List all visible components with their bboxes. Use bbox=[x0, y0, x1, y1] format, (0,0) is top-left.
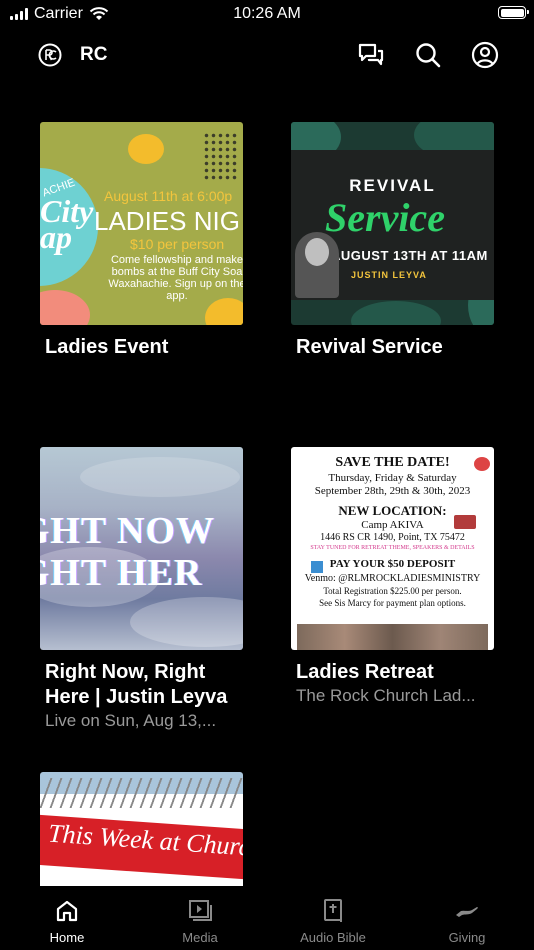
search-icon[interactable] bbox=[413, 40, 443, 70]
card-title: Ladies Retreat bbox=[296, 661, 434, 683]
image-text-date: August 11th at 6:00p bbox=[104, 188, 233, 204]
home-icon bbox=[56, 900, 78, 922]
card-title: Revival Service bbox=[296, 336, 443, 358]
group-photo bbox=[297, 624, 488, 650]
image-text-line1: IGHT NOW bbox=[40, 510, 216, 552]
tab-media[interactable]: Media bbox=[145, 898, 255, 945]
flyer-camp: Camp AKIVA bbox=[361, 519, 424, 531]
tab-giving[interactable]: Giving bbox=[412, 898, 522, 945]
decor-dots bbox=[203, 132, 239, 182]
bible-icon bbox=[324, 899, 342, 922]
image-text-line2: IGHT HER bbox=[40, 552, 203, 594]
flyer-venmo: Venmo: @RLMROCKLADIESMINISTRY bbox=[304, 573, 481, 584]
decor-leaf bbox=[351, 301, 441, 325]
bottom-tab-bar: Home Media Audio Bible Giving bbox=[0, 886, 534, 950]
card-thumbnail[interactable]: This Week at Church bbox=[40, 772, 243, 886]
clock: 10:26 AM bbox=[233, 5, 301, 22]
flyer-dates: September 28th, 29th & 30th, 2023 bbox=[314, 485, 471, 497]
card-thumbnail[interactable]: REVIVAL Service AUGUST 13TH AT 11AM JUST… bbox=[291, 122, 494, 325]
content-card-ladies-event[interactable]: ACHIE City ap August 11th at 6:00p LADIE… bbox=[40, 122, 243, 360]
tab-label: Giving bbox=[448, 930, 486, 945]
battery-icon bbox=[498, 6, 529, 19]
content-card-this-week[interactable]: This Week at Church bbox=[40, 772, 243, 886]
image-text-service: Service bbox=[325, 195, 445, 240]
circle-main-text: City ap bbox=[40, 193, 94, 255]
flyer-total: Total Registration $225.00 per person. bbox=[323, 586, 462, 596]
tab-label: Home bbox=[49, 930, 85, 945]
flyer-payment: See Sis Marcy for payment plan options. bbox=[319, 598, 466, 608]
chat-icon[interactable] bbox=[356, 40, 386, 70]
card-subtitle: The Rock Church Lad... bbox=[296, 686, 476, 705]
image-text-body: Come fellowship and make bombs at the Bu… bbox=[108, 254, 243, 302]
card-subtitle: Live on Sun, Aug 13,... bbox=[45, 711, 217, 730]
card-title: Right Now, Right Here | Justin Leyva bbox=[45, 661, 228, 708]
image-text-price: $10 per person bbox=[130, 236, 225, 252]
image-text-speaker: JUSTIN LEYVA bbox=[351, 270, 427, 280]
speaker-photo bbox=[295, 232, 339, 298]
rc-logo-icon[interactable] bbox=[38, 43, 62, 67]
decor-cloud bbox=[130, 597, 243, 647]
media-icon bbox=[189, 900, 212, 921]
flyer-deposit: PAY YOUR $50 DEPOSIT bbox=[329, 558, 456, 570]
tab-label: Audio Bible bbox=[300, 930, 366, 945]
giving-icon bbox=[456, 907, 478, 917]
flyer-heading: SAVE THE DATE! bbox=[335, 455, 450, 470]
flyer-notice: STAY TUNED FOR RETREAT THEME, SPEAKERS &… bbox=[310, 545, 475, 551]
card-thumbnail[interactable]: ACHIE City ap August 11th at 6:00p LADIE… bbox=[40, 122, 243, 325]
decor-shape bbox=[205, 298, 243, 325]
card-title: Ladies Event bbox=[45, 336, 169, 358]
decor-shape bbox=[40, 290, 90, 325]
status-bar: Carrier 10:26 AM bbox=[0, 0, 534, 30]
app-header: RC bbox=[0, 34, 534, 78]
content-card-right-now[interactable]: IGHT NOW IGHT HER Right Now, Right Here … bbox=[40, 447, 243, 732]
tab-audio-bible[interactable]: Audio Bible bbox=[278, 898, 388, 945]
card-thumbnail[interactable]: IGHT NOW IGHT HER bbox=[40, 447, 243, 650]
tab-label: Media bbox=[182, 930, 218, 945]
decor-cloud bbox=[80, 457, 240, 497]
image-text-heading: LADIES NIG bbox=[94, 206, 240, 236]
profile-icon[interactable] bbox=[470, 40, 500, 70]
flyer-address: 1446 RS CR 1490, Point, TX 75472 bbox=[320, 532, 465, 543]
image-text-revival: REVIVAL bbox=[349, 176, 436, 195]
decor-shape bbox=[128, 134, 164, 164]
flyer-days: Thursday, Friday & Saturday bbox=[328, 472, 457, 484]
notebook-rings bbox=[40, 778, 243, 808]
brand-title: RC bbox=[80, 44, 108, 65]
card-thumbnail[interactable]: SAVE THE DATE! Thursday, Friday & Saturd… bbox=[291, 447, 494, 650]
content-card-ladies-retreat[interactable]: SAVE THE DATE! Thursday, Friday & Saturd… bbox=[291, 447, 494, 707]
image-text-date: AUGUST 13TH AT 11AM bbox=[331, 248, 488, 263]
content-card-revival-service[interactable]: REVIVAL Service AUGUST 13TH AT 11AM JUST… bbox=[291, 122, 494, 360]
tab-home[interactable]: Home bbox=[12, 898, 122, 945]
